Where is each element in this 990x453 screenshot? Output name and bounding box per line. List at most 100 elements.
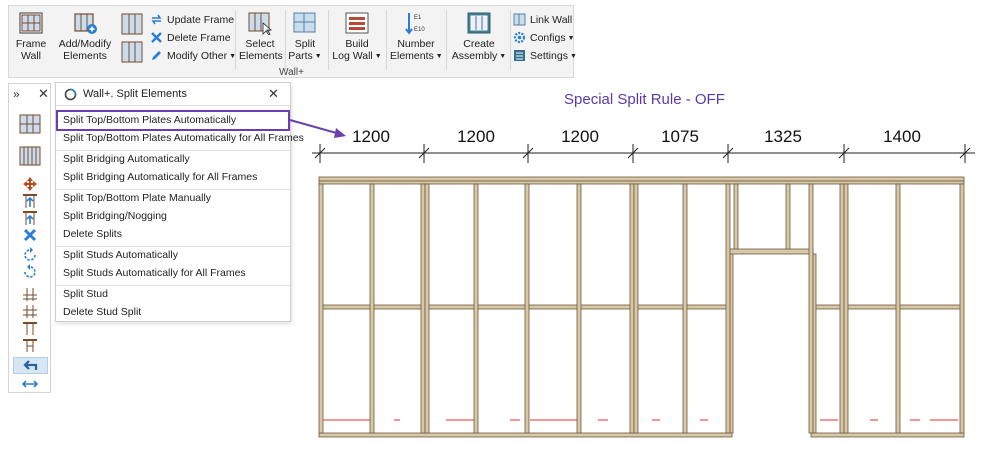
wall-frame — [318, 176, 965, 438]
menu-item-split-studs-auto[interactable]: Split Studs Automatically — [56, 247, 290, 264]
ribbon-separator — [328, 10, 329, 70]
update-frame-button[interactable]: Update Frame — [150, 12, 234, 28]
menu-item-split-plate-manual[interactable]: Split Top/Bottom Plate Manually — [56, 190, 290, 207]
chevron-down-icon: ▼ — [567, 35, 575, 42]
move-icon[interactable] — [21, 176, 39, 192]
ribbon-toolbar: Frame Wall Add/Modify Elements Update Fr… — [8, 5, 577, 78]
chevron-down-icon: ▼ — [499, 53, 507, 60]
pencil-icon — [152, 51, 161, 60]
frame-wall-icon — [19, 12, 43, 34]
svg-text:E10: E10 — [414, 27, 425, 33]
number-elements-button[interactable]: E1 E10 Number Elements ▼ — [390, 8, 443, 68]
menu-item-split-plates-auto-all[interactable]: Split Top/Bottom Plates Automatically fo… — [56, 130, 304, 147]
select-elements-label: Select Elements — [239, 38, 283, 62]
highlight-box — [56, 110, 290, 131]
dimension-label: 1200 — [457, 127, 495, 146]
stud — [369, 183, 375, 434]
build-log-wall-label: Build Log Wall ▼ — [332, 38, 382, 62]
split-top-plate-icon[interactable] — [21, 193, 39, 209]
build-log-wall-button[interactable]: Build Log Wall ▼ — [332, 8, 382, 68]
horizontal-arrows-icon[interactable] — [21, 376, 39, 392]
delete-frame-label: Delete Frame — [167, 32, 231, 44]
split-stud-icon[interactable] — [21, 286, 39, 302]
ribbon-separator — [386, 10, 387, 70]
settings-label: Settings — [530, 50, 568, 62]
close-menu-button[interactable]: ✕ — [268, 86, 279, 102]
assembly-icon — [467, 12, 491, 34]
delete-stud-split-icon[interactable] — [21, 337, 39, 353]
split-parts-button[interactable]: Split Parts ▼ — [288, 8, 322, 68]
configs-button[interactable]: Configs ▼ — [513, 30, 575, 46]
select-elements-icon — [248, 12, 273, 35]
stud — [808, 183, 814, 434]
split-parts-label: Split Parts ▼ — [288, 38, 322, 62]
back-arrow-icon[interactable] — [21, 358, 39, 374]
split-parts-icon — [293, 12, 316, 33]
number-elements-label: Number Elements ▼ — [390, 38, 443, 62]
menu-item-split-stud[interactable]: Split Stud — [56, 286, 290, 303]
menu-item-split-bridging-auto-all[interactable]: Split Bridging Automatically for All Fra… — [56, 169, 290, 186]
chevron-down-icon: ▼ — [569, 53, 577, 60]
cripple-stud — [785, 183, 791, 250]
svg-text:E1: E1 — [414, 15, 422, 21]
modify-other-button[interactable]: Modify Other ▼ — [150, 48, 236, 64]
frame-wall-tool-icon[interactable] — [19, 114, 41, 134]
stud — [895, 183, 901, 434]
menu-item-split-studs-auto-all[interactable]: Split Studs Automatically for All Frames — [56, 265, 290, 282]
stud — [420, 183, 426, 434]
split-bridging-icon[interactable] — [21, 210, 39, 226]
frame-wall-button[interactable]: Frame Wall — [13, 8, 49, 68]
nogging — [321, 304, 731, 310]
menu-item-delete-splits[interactable]: Delete Splits — [56, 226, 290, 243]
create-assembly-button[interactable]: Create Assembly ▼ — [451, 8, 507, 68]
ribbon-separator — [235, 10, 236, 70]
ribbon-group-label: Wall+ — [279, 67, 304, 78]
top-plate — [318, 176, 965, 182]
stud — [473, 183, 479, 434]
studs-tool-icon[interactable] — [19, 146, 41, 166]
chevron-down-icon: ▼ — [435, 53, 443, 60]
stud — [839, 183, 845, 434]
chevron-down-icon: ▼ — [374, 53, 382, 60]
configs-label: Configs — [530, 32, 566, 44]
refresh-icon — [151, 14, 162, 25]
select-elements-button[interactable]: Select Elements — [239, 8, 283, 68]
menu-header: Wall+. Split Elements ✕ — [56, 83, 290, 106]
ribbon-separator — [510, 10, 511, 70]
stud — [843, 183, 849, 434]
split-stud-all-icon[interactable] — [21, 303, 39, 319]
expand-palette-button[interactable]: » — [13, 87, 20, 101]
link-wall-button[interactable]: Link Wall — [513, 12, 572, 28]
close-palette-button[interactable]: ✕ — [38, 86, 49, 102]
link-wall-label: Link Wall — [530, 14, 573, 26]
stud — [959, 183, 965, 434]
bottom-plate — [318, 432, 733, 438]
menu-item-split-bridging-nogging[interactable]: Split Bridging/Nogging — [56, 208, 290, 225]
bottom-plate — [810, 432, 965, 438]
top-plate — [318, 180, 965, 185]
menu-item-split-bridging-auto[interactable]: Split Bridging Automatically — [56, 151, 290, 168]
add-modify-elements-label: Add/Modify Elements — [58, 38, 112, 62]
update-frame-label: Update Frame — [167, 14, 235, 26]
rotate-cw-icon[interactable] — [21, 247, 39, 263]
stud — [633, 183, 639, 434]
dimension-label: 1325 — [764, 127, 802, 146]
nogging-icon[interactable] — [21, 320, 39, 336]
settings-panel-icon — [514, 50, 525, 61]
cripple-stud — [733, 183, 739, 250]
dimension-label: 1200 — [561, 127, 599, 146]
add-modify-elements-button[interactable]: Add/Modify Elements — [55, 8, 115, 68]
gear-icon — [513, 31, 526, 44]
stud — [524, 183, 530, 434]
stud — [318, 183, 324, 434]
ribbon-separator — [285, 10, 286, 70]
menu-item-delete-stud-split[interactable]: Delete Stud Split — [56, 304, 290, 321]
split-rule-status: Special Split Rule - OFF — [564, 91, 725, 108]
rotate-ccw-icon[interactable] — [21, 264, 39, 280]
tool-palette: » ✕ — [8, 83, 51, 393]
stud — [424, 183, 430, 434]
settings-button[interactable]: Settings ▼ — [513, 48, 577, 64]
stud — [576, 183, 582, 434]
delete-frame-button[interactable]: Delete Frame — [150, 30, 231, 46]
delete-splits-icon[interactable] — [21, 227, 39, 243]
